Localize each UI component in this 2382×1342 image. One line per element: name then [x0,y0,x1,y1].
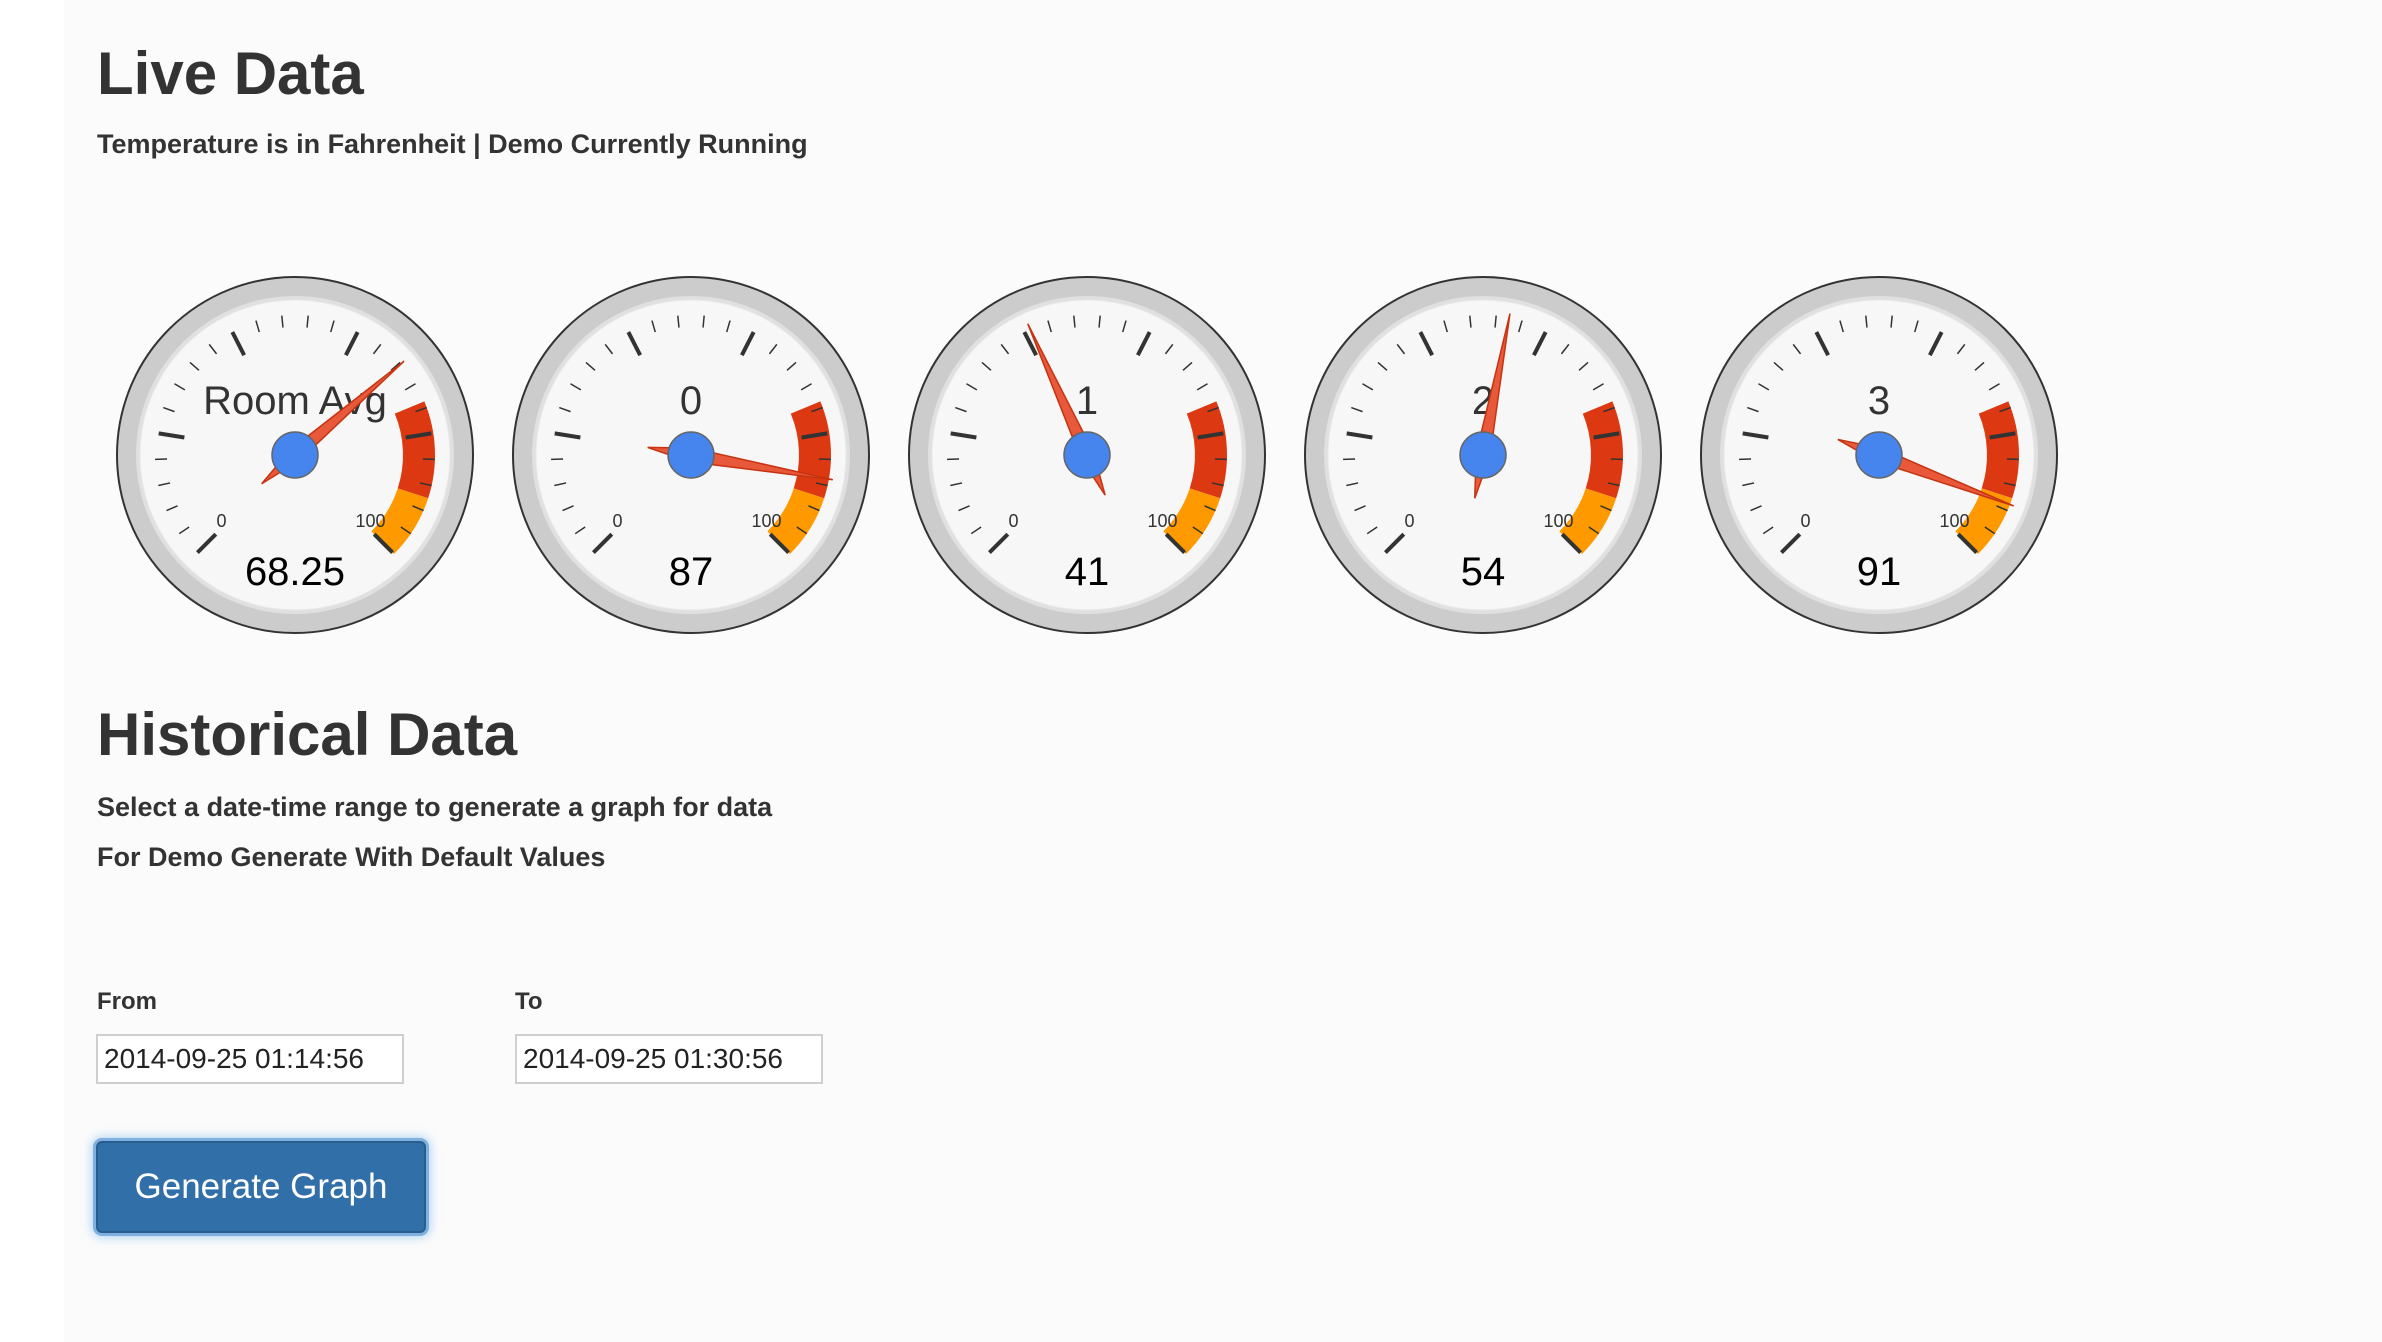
gauge-label: 0 [680,379,702,423]
gauge-sensor-3: 0 100 3 91 [1694,270,2064,640]
from-label: From [97,988,157,1015]
gauge-sensor-2: 0 100 2 54 [1298,270,1668,640]
gauge-value: 68.25 [245,550,345,594]
gauge-max-label: 100 [1939,511,1969,531]
gauge-min-label: 0 [612,511,622,531]
generate-graph-button[interactable]: Generate Graph [96,1141,426,1233]
gauge-hub [1855,431,1903,479]
to-datetime-input[interactable] [515,1034,823,1084]
gauge-value: 54 [1461,550,1506,594]
gauge-min-label: 0 [1008,511,1018,531]
gauge-min-label: 0 [216,511,226,531]
gauge-room-avg: 0 100 Room Avg 68.25 [110,270,480,640]
gauge-max-label: 100 [1147,511,1177,531]
live-data-subtitle: Temperature is in Fahrenheit | Demo Curr… [97,129,808,159]
gauge-hub [1063,431,1111,479]
gauge-value: 41 [1065,550,1110,594]
gauge-value: 87 [669,550,714,594]
gauge-sensor-1: 0 100 1 41 [902,270,1272,640]
gauge-value: 91 [1857,550,1902,594]
gauge-hub [667,431,715,479]
historical-instruction: Select a date-time range to generate a g… [97,792,773,822]
gauge-min-label: 0 [1800,511,1810,531]
main-panel: Live Data Temperature is in Fahrenheit |… [64,0,2382,1342]
historical-data-title: Historical Data [97,701,518,768]
gauge-max-label: 100 [1543,511,1573,531]
to-label: To [515,988,543,1015]
gauge-hub [1459,431,1507,479]
gauge-max-label: 100 [355,511,385,531]
from-datetime-input[interactable] [96,1034,404,1084]
gauge-min-label: 0 [1404,511,1414,531]
live-data-title: Live Data [97,40,364,107]
gauge-label: 1 [1076,379,1098,423]
gauge-sensor-0: 0 100 0 87 [506,270,876,640]
gauge-row: 0 100 Room Avg 68.25 0 100 0 87 0 100 1 41 0 100 2 5… [110,270,2110,640]
gauge-hub [271,431,319,479]
gauge-max-label: 100 [751,511,781,531]
gauge-label: 3 [1868,379,1890,423]
historical-demo-note: For Demo Generate With Default Values [97,842,606,872]
